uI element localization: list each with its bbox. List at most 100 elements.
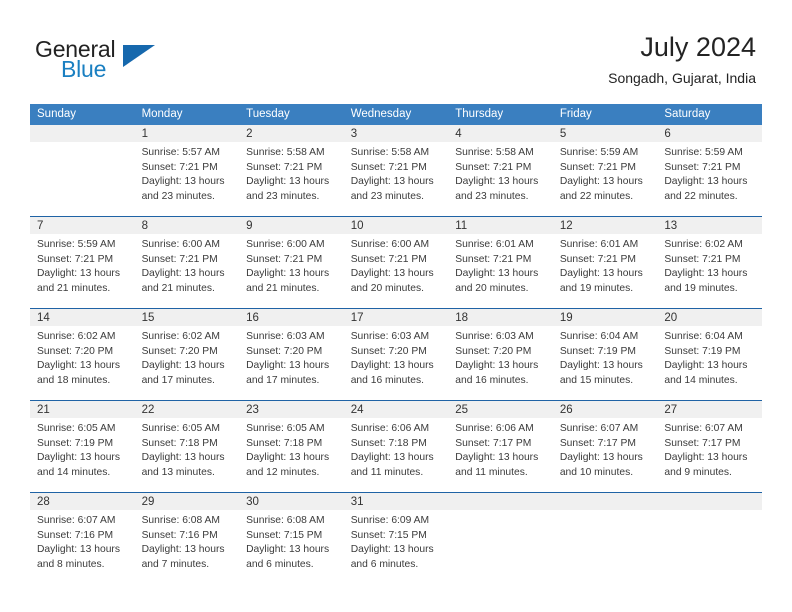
day-info-line: Sunrise: 6:00 AM [350,239,430,250]
weekday-header-row: Sunday Monday Tuesday Wednesday Thursday… [30,104,762,125]
day-detail: Sunrise: 6:01 AM Sunset: 7:21 PM Daylight:… [448,234,553,308]
day-cell[interactable]: Sunrise: 6:06 AM Sunset: 7:17 PM Daylight:… [448,418,553,493]
day-cell[interactable]: Sunrise: 6:07 AM Sunset: 7:17 PM Daylight:… [553,418,658,493]
day-number-cell [448,492,553,510]
day-info-line: and 17 minutes. [141,374,215,386]
day-info-line: Daylight: 13 hours [664,268,748,279]
week-row: Sunrise: 6:07 AM Sunset: 7:16 PM Daylight:… [30,510,762,584]
day-detail: Sunrise: 6:00 AM Sunset: 7:21 PM Daylight:… [344,234,449,308]
day-detail: Sunrise: 6:08 AM Sunset: 7:16 PM Daylight:… [135,510,240,584]
day-info-line: Daylight: 13 hours [37,360,120,371]
day-info-line: and 11 minutes. [455,466,528,478]
day-info-line: Sunrise: 6:09 AM [350,515,430,526]
day-detail: Sunrise: 6:02 AM Sunset: 7:20 PM Daylight:… [135,326,240,400]
day-cell[interactable]: Sunrise: 6:08 AM Sunset: 7:15 PM Daylight:… [239,510,344,584]
day-info-line: Daylight: 13 hours [37,268,120,279]
day-cell[interactable]: Sunrise: 5:59 AM Sunset: 7:21 PM Daylight:… [657,142,762,217]
day-number-cell: 21 [30,400,135,418]
day-info-line: and 20 minutes. [455,282,529,294]
calendar-grid: Sunday Monday Tuesday Wednesday Thursday… [30,104,762,584]
day-info-line: Sunrise: 6:02 AM [664,239,743,250]
day-info-line: Sunset: 7:17 PM [664,437,741,449]
day-cell[interactable]: Sunrise: 6:02 AM Sunset: 7:21 PM Daylight:… [657,234,762,309]
weekday-header-friday: Friday [552,104,658,125]
day-detail: Sunrise: 6:07 AM Sunset: 7:17 PM Daylight:… [657,418,762,492]
day-number-cell: 24 [343,400,449,418]
day-info-line: and 14 minutes. [664,374,738,386]
day-cell[interactable]: Sunrise: 5:58 AM Sunset: 7:21 PM Daylight:… [344,142,449,217]
day-number [448,493,553,510]
day-cell[interactable]: Sunrise: 5:59 AM Sunset: 7:21 PM Daylight:… [553,142,658,217]
day-info-line: Sunset: 7:21 PM [37,253,114,265]
day-info-line: and 21 minutes. [37,282,111,294]
day-info-line: Sunrise: 6:08 AM [141,515,220,526]
day-cell[interactable]: Sunrise: 6:01 AM Sunset: 7:21 PM Daylight:… [448,234,553,309]
day-cell[interactable]: Sunrise: 6:08 AM Sunset: 7:16 PM Daylight:… [135,510,240,584]
day-number: 22 [141,404,155,416]
day-number-cell: 29 [134,492,240,510]
day-info-line: Sunset: 7:15 PM [246,529,323,541]
day-number: 12 [559,220,573,232]
page-header: General Blue July 2024 Songadh, Gujarat,… [0,0,792,104]
day-cell[interactable]: Sunrise: 6:05 AM Sunset: 7:19 PM Daylight:… [30,418,135,493]
day-number-cell: 13 [657,216,762,234]
day-cell[interactable]: Sunrise: 6:07 AM Sunset: 7:16 PM Daylight:… [30,510,135,584]
day-info-line: Sunset: 7:21 PM [559,253,636,265]
day-info-line: Sunset: 7:19 PM [559,345,636,357]
day-cell[interactable]: Sunrise: 6:05 AM Sunset: 7:18 PM Daylight:… [239,418,344,493]
day-cell[interactable]: Sunrise: 6:00 AM Sunset: 7:21 PM Daylight:… [239,234,344,309]
weekday-header-saturday: Saturday [657,104,762,125]
day-number: 5 [559,128,567,140]
day-detail [657,510,762,582]
day-cell[interactable]: Sunrise: 5:58 AM Sunset: 7:21 PM Daylight:… [448,142,553,217]
day-cell[interactable]: Sunrise: 5:58 AM Sunset: 7:21 PM Daylight:… [239,142,344,217]
day-info-line: and 20 minutes. [350,282,424,294]
day-number-cell: 1 [134,125,240,142]
day-info-line: Sunset: 7:16 PM [37,529,114,541]
day-cell[interactable]: Sunrise: 6:00 AM Sunset: 7:21 PM Daylight:… [135,234,240,309]
day-info-line: Sunset: 7:18 PM [141,437,218,449]
day-info-line: Sunrise: 6:02 AM [141,331,220,342]
day-info-line: and 22 minutes. [559,190,634,202]
page-title: July 2024 [640,32,756,62]
day-info-line: and 16 minutes. [455,374,529,386]
day-cell[interactable]: Sunrise: 5:57 AM Sunset: 7:21 PM Daylight:… [135,142,240,217]
day-cell[interactable]: Sunrise: 6:02 AM Sunset: 7:20 PM Daylight:… [135,326,240,401]
day-cell[interactable]: Sunrise: 6:03 AM Sunset: 7:20 PM Daylight:… [448,326,553,401]
day-number: 13 [664,220,678,232]
day-number-cell: 17 [343,308,449,326]
day-info-line: Sunrise: 6:05 AM [141,423,220,434]
day-cell[interactable]: Sunrise: 5:59 AM Sunset: 7:21 PM Daylight:… [30,234,135,309]
day-cell[interactable]: Sunrise: 6:04 AM Sunset: 7:19 PM Daylight:… [553,326,658,401]
week-daynumber-row: 7 8 9 10 11 12 13 [30,216,762,234]
day-number-cell: 8 [134,216,240,234]
day-number: 3 [350,128,358,140]
day-cell[interactable]: Sunrise: 6:04 AM Sunset: 7:19 PM Daylight:… [657,326,762,401]
day-number-cell: 18 [448,308,553,326]
day-cell[interactable]: Sunrise: 6:01 AM Sunset: 7:21 PM Daylight:… [553,234,658,309]
day-number-cell: 15 [134,308,240,326]
week-row: Sunrise: 6:05 AM Sunset: 7:19 PM Daylight:… [30,418,762,493]
day-info-line: Sunrise: 6:06 AM [350,423,430,434]
day-info-line: Daylight: 13 hours [246,360,330,371]
day-cell[interactable]: Sunrise: 6:02 AM Sunset: 7:20 PM Daylight:… [30,326,135,401]
day-detail: Sunrise: 6:06 AM Sunset: 7:17 PM Daylight:… [448,418,553,492]
day-cell-empty [657,510,762,584]
day-cell[interactable]: Sunrise: 6:03 AM Sunset: 7:20 PM Daylight:… [239,326,344,401]
day-info-line: Sunset: 7:18 PM [246,437,323,449]
day-detail: Sunrise: 5:58 AM Sunset: 7:21 PM Daylight:… [448,142,553,216]
day-info-line: and 15 minutes. [559,374,634,386]
day-cell[interactable]: Sunrise: 6:03 AM Sunset: 7:20 PM Daylight:… [344,326,449,401]
day-cell[interactable]: Sunrise: 6:00 AM Sunset: 7:21 PM Daylight:… [344,234,449,309]
day-cell[interactable]: Sunrise: 6:07 AM Sunset: 7:17 PM Daylight:… [657,418,762,493]
calendar-page: General Blue July 2024 Songadh, Gujarat,… [0,0,792,612]
brand-logo[interactable]: General Blue [35,36,235,86]
day-info-line: Daylight: 13 hours [246,176,330,187]
day-cell[interactable]: Sunrise: 6:09 AM Sunset: 7:15 PM Daylight:… [344,510,449,584]
day-detail: Sunrise: 6:02 AM Sunset: 7:20 PM Daylight:… [30,326,135,400]
day-cell[interactable]: Sunrise: 6:05 AM Sunset: 7:18 PM Daylight:… [135,418,240,493]
day-cell[interactable]: Sunrise: 6:06 AM Sunset: 7:18 PM Daylight:… [344,418,449,493]
day-info-line: Sunrise: 6:04 AM [664,331,743,342]
day-number: 9 [246,220,253,232]
day-info-line: and 7 minutes. [141,558,210,570]
